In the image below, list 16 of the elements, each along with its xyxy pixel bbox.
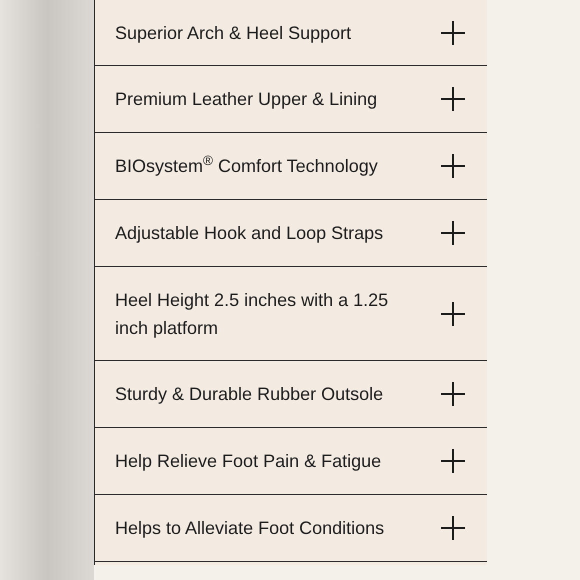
item-label: Sturdy & Durable Rubber Outsole [115,383,384,406]
item-label: Adjustable Hook and Loop Straps [115,222,384,245]
accordion-item[interactable]: Help Relieve Foot Pain & Fatigue [95,428,487,495]
item-label: Premium Leather Upper & Lining [115,88,378,111]
accordion-item[interactable]: Heel Height 2.5 inches with a 1.25 inch platform [95,267,487,361]
item-label: BIOsystem$^{®}$ Comfort Technology [115,152,379,178]
item-label: Heel Height 2.5 inches with a 1.25 inch platform [115,288,390,340]
accordion-item[interactable]: Adjustable Hook and Loop Straps [95,200,487,267]
accordion-item[interactable]: Helps to Alleviate Foot Conditions [95,495,487,562]
accordion-item[interactable]: BIOsystem$^{®}$ Comfort Technology [95,133,487,200]
accordion-item[interactable]: Superior Arch & Heel Support [95,0,487,66]
accordion-item[interactable]: Premium Leather Upper & Lining [95,66,487,133]
accordion-item[interactable]: Sturdy & Durable Rubber Outsole [95,361,487,428]
item-label: Superior Arch & Heel Support [115,22,352,45]
item-label: Help Relieve Foot Pain & Fatigue [115,450,382,473]
item-label: Helps to Alleviate Foot Conditions [115,517,386,540]
